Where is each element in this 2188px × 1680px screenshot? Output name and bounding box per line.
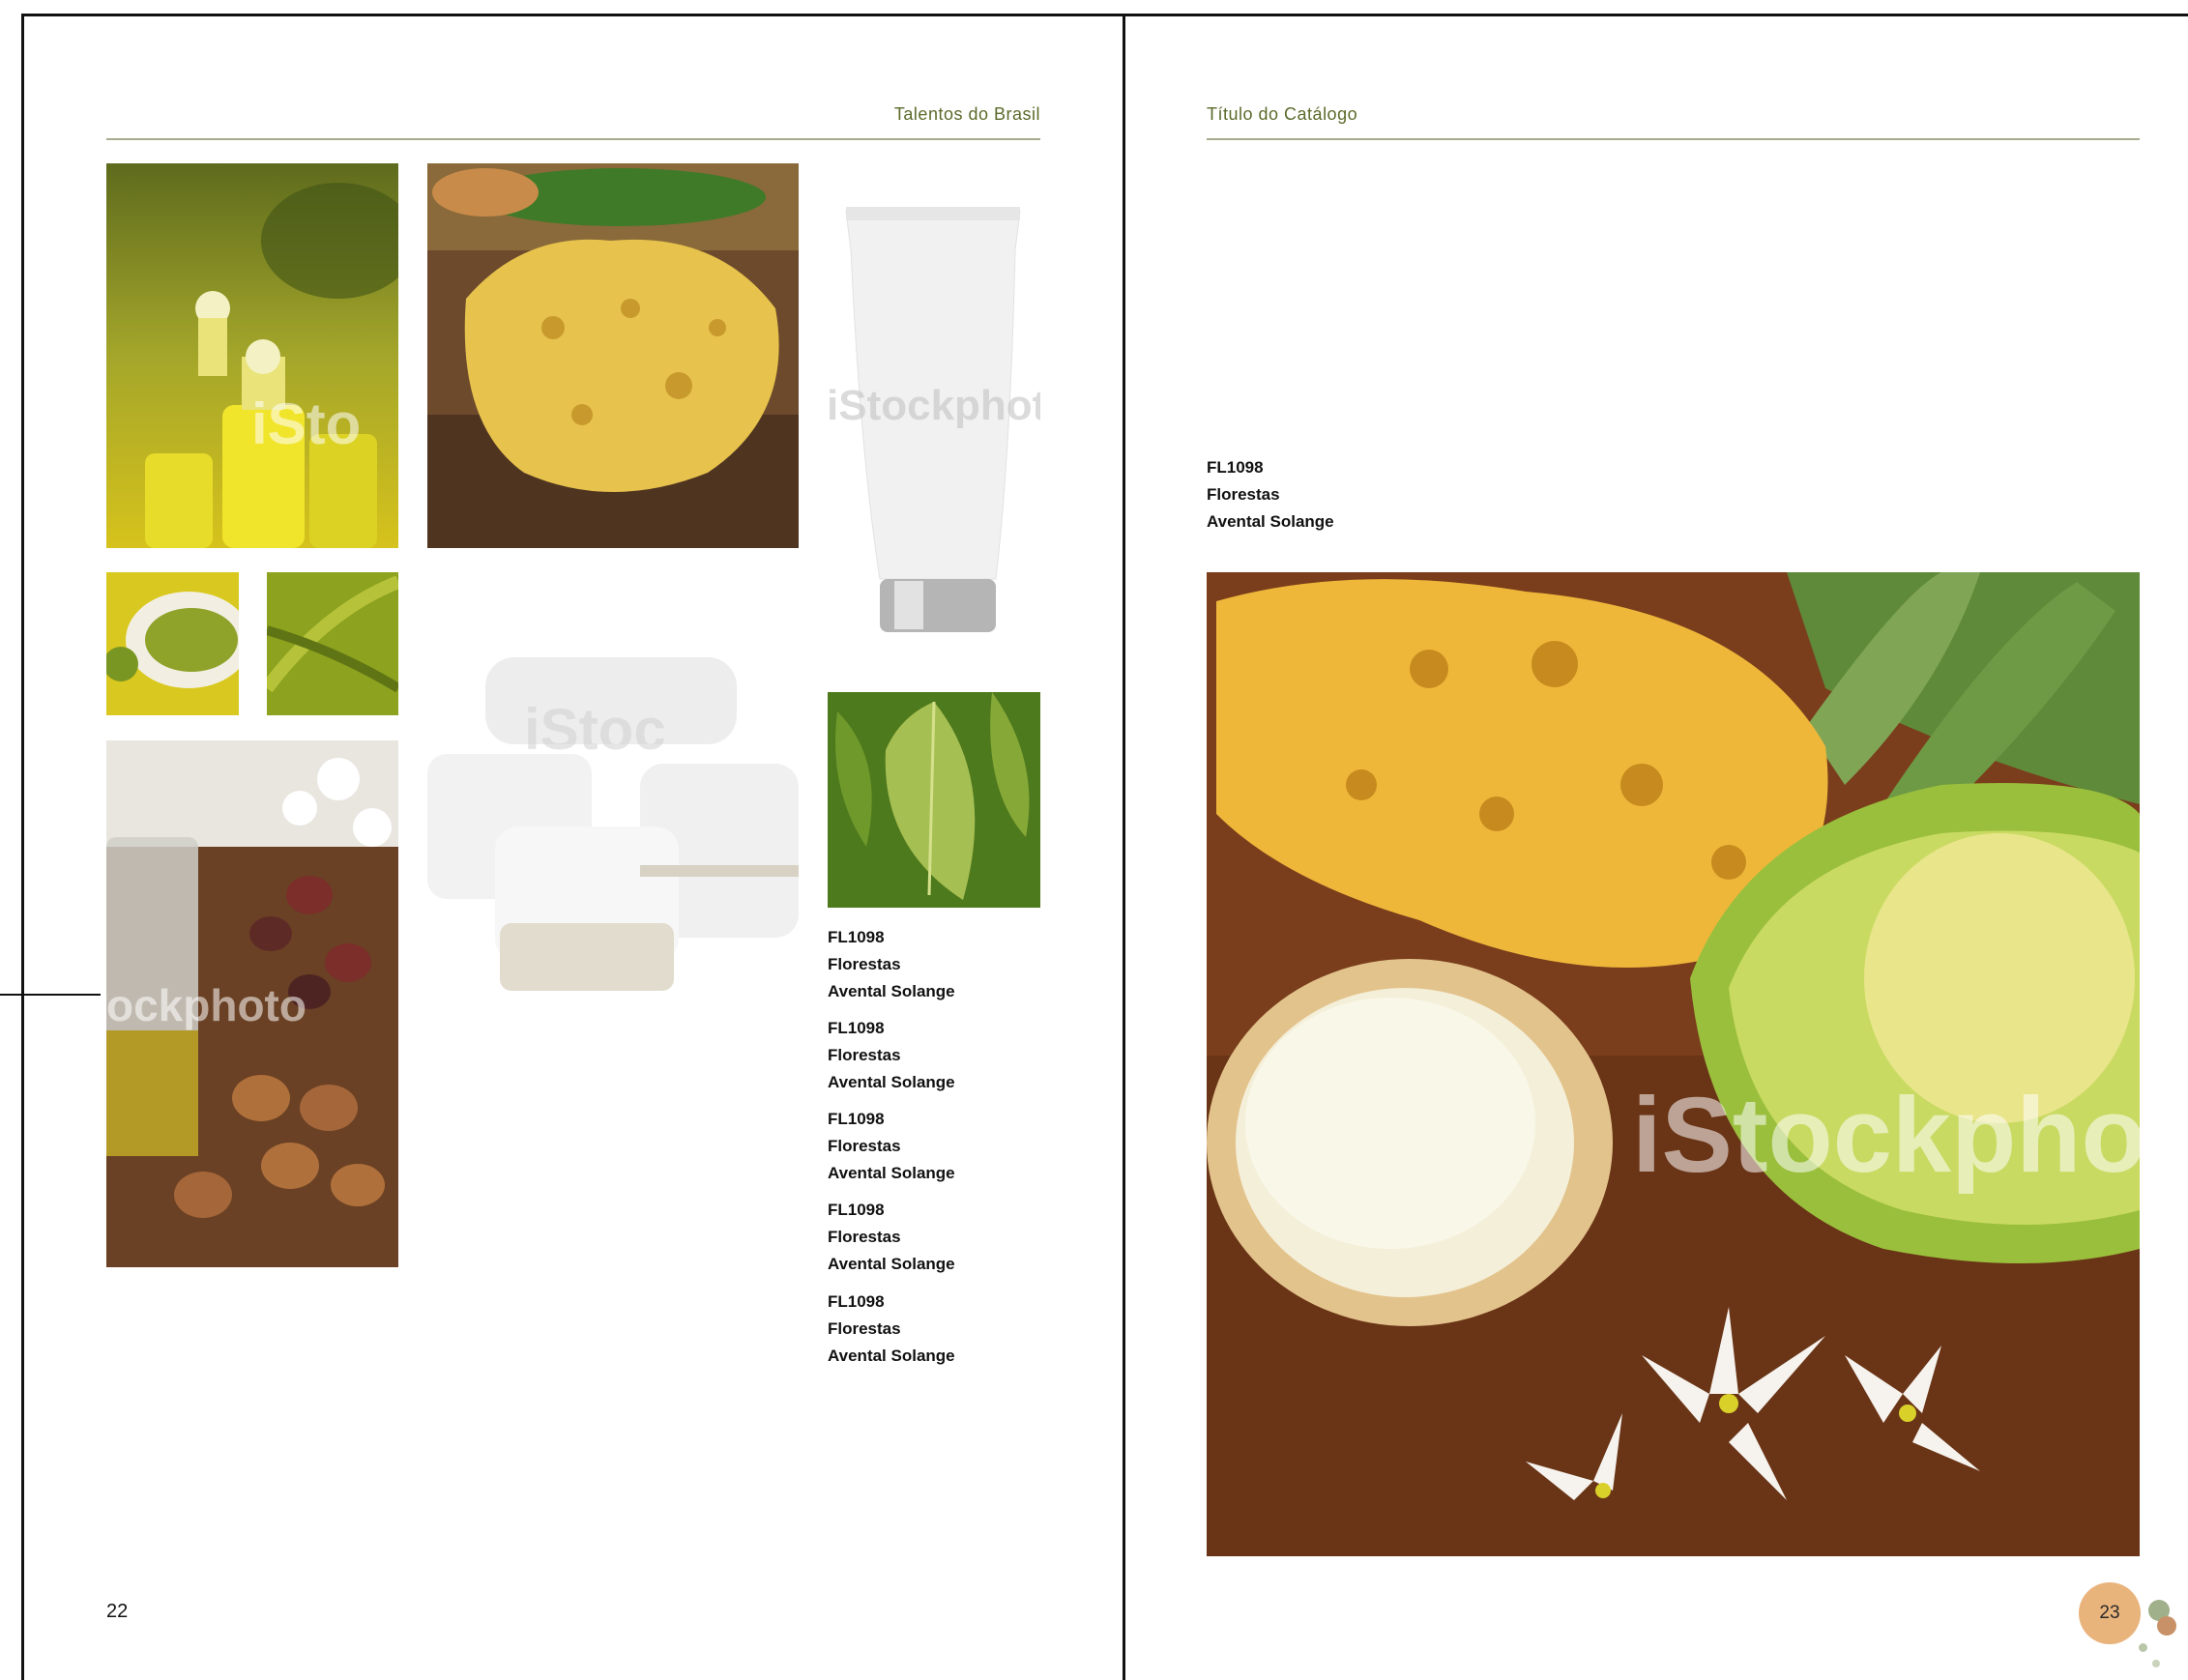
product-code: FL1098 [828, 1019, 885, 1037]
product-name: Avental Solange [828, 1347, 955, 1365]
photo-oil-bottles: iSto [106, 163, 398, 548]
product-caption: FL1098 Florestas Avental Solange [828, 1197, 955, 1278]
product-code: FL1098 [1207, 458, 1264, 477]
product-code: FL1098 [828, 928, 885, 946]
page-frame-left [21, 14, 24, 1680]
product-caption: FL1098 Florestas Avental Solange [828, 924, 955, 1005]
product-line: Florestas [828, 1046, 901, 1064]
product-line: Florestas [828, 955, 901, 973]
product-line: Florestas [828, 1228, 901, 1246]
photo-watermark: ockphoto [106, 980, 306, 1030]
decorative-dot [2157, 1616, 2176, 1636]
left-header-rule [106, 138, 1040, 140]
photo-sea-sponge [427, 163, 799, 548]
right-page-number: 23 [2099, 1603, 2120, 1623]
right-page-number-badge: 23 [2079, 1582, 2141, 1644]
left-running-head: Talentos do Brasil [893, 104, 1040, 124]
decorative-dot [2152, 1660, 2160, 1667]
crop-mark [0, 994, 101, 996]
product-name: Avental Solange [828, 1073, 955, 1091]
product-code: FL1098 [828, 1110, 885, 1128]
product-line: Florestas [828, 1319, 901, 1338]
product-code: FL1098 [828, 1201, 885, 1219]
right-running-head: Título do Catálogo [1207, 104, 1358, 124]
product-caption: FL1098 Florestas Avental Solange [828, 1106, 955, 1187]
product-caption: FL1098 Florestas Avental Solange [828, 1289, 955, 1370]
left-page-number: 22 [106, 1601, 129, 1622]
decorative-dot [2139, 1643, 2147, 1652]
photo-greenery [267, 572, 398, 715]
photo-sponge-cream-avocado: iStockphot [1207, 572, 2140, 1556]
photo-argan-nuts-oil: ockphoto [106, 740, 398, 1267]
photo-green-leaves [828, 692, 1040, 908]
photo-cream-jars: iStoc [427, 648, 799, 1052]
product-caption: FL1098 Florestas Avental Solange [828, 1015, 955, 1096]
photo-watermark: iStoc [524, 697, 666, 762]
page-frame-top [21, 14, 2188, 16]
photo-green-clay-bowl [106, 572, 239, 715]
product-name: Avental Solange [828, 1164, 955, 1182]
photo-watermark: iSto [251, 391, 361, 456]
product-caption: FL1098 Florestas Avental Solange [1207, 454, 1334, 536]
product-line: Florestas [1207, 485, 1280, 504]
product-name: Avental Solange [1207, 512, 1334, 531]
product-code: FL1098 [828, 1292, 885, 1311]
right-header-rule [1207, 138, 2140, 140]
product-name: Avental Solange [828, 1255, 955, 1273]
photo-watermark: iStockphot [1632, 1076, 2140, 1195]
photo-watermark: iStockphoto [827, 382, 1040, 429]
spread-spine [1123, 14, 1125, 1680]
photo-white-tube: iStockphoto [827, 163, 1040, 652]
product-name: Avental Solange [828, 982, 955, 1000]
product-line: Florestas [828, 1137, 901, 1155]
